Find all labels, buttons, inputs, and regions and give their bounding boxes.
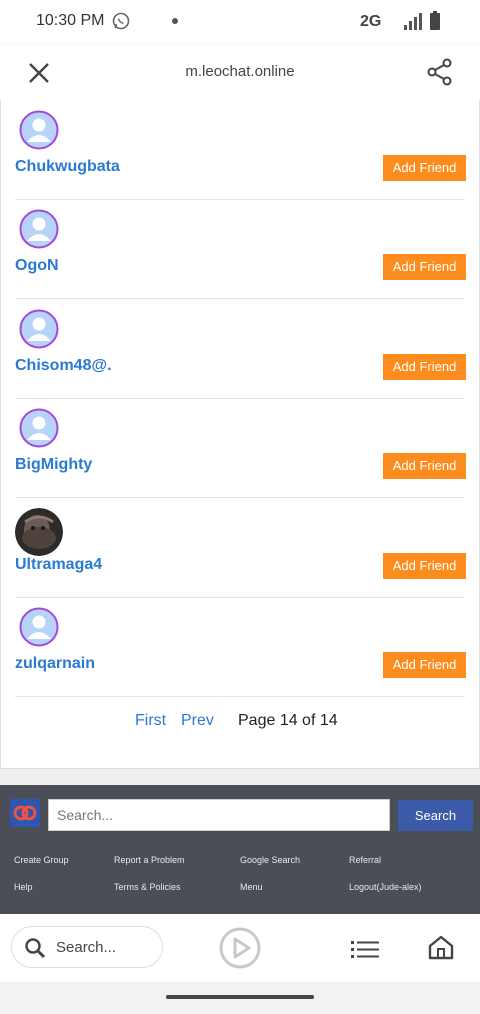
user-list-panel: Chukwugbata Add Friend OgoN Add Friend C… <box>0 100 480 769</box>
system-nav-bar <box>0 982 480 1014</box>
url-display[interactable]: m.leochat.online <box>0 63 480 80</box>
status-time: 10:30 PM <box>36 12 105 29</box>
prev-page-link[interactable]: Prev <box>181 712 214 730</box>
browser-toolbar: m.leochat.online <box>0 44 480 100</box>
add-friend-button[interactable]: Add Friend <box>383 652 466 678</box>
bottom-search-box[interactable]: Search... <box>11 926 163 968</box>
photo-avatar-icon[interactable] <box>15 508 63 556</box>
footer-search-button[interactable]: Search <box>398 800 473 831</box>
user-row: Chukwugbata Add Friend <box>15 100 466 200</box>
list-icon[interactable] <box>351 938 379 960</box>
add-friend-button[interactable]: Add Friend <box>383 354 466 380</box>
user-row: Chisom48@. Add Friend <box>15 299 466 399</box>
logout-link[interactable]: Logout(Jude-alex) <box>349 882 422 892</box>
add-friend-button[interactable]: Add Friend <box>383 553 466 579</box>
username-link[interactable]: Ultramaga4 <box>15 556 102 574</box>
username-link[interactable]: Chisom48@. <box>15 357 112 375</box>
notification-dot-icon <box>172 18 178 24</box>
page-info: Page 14 of 14 <box>238 712 338 729</box>
default-avatar-icon[interactable] <box>19 607 59 647</box>
terms-policies-link[interactable]: Terms & Policies <box>114 882 181 892</box>
username-link[interactable]: Chukwugbata <box>15 158 120 176</box>
report-problem-link[interactable]: Report a Problem <box>114 855 185 865</box>
default-avatar-icon[interactable] <box>19 408 59 448</box>
default-avatar-icon[interactable] <box>19 209 59 249</box>
site-footer: Search Create Group Report a Problem Goo… <box>0 785 480 914</box>
gesture-handle[interactable] <box>166 995 314 999</box>
status-bar: 10:30 PM 2G <box>0 0 480 44</box>
share-icon[interactable] <box>426 58 454 86</box>
add-friend-button[interactable]: Add Friend <box>383 254 466 280</box>
username-link[interactable]: BigMighty <box>15 456 92 474</box>
default-avatar-icon[interactable] <box>19 309 59 349</box>
signal-icon <box>404 13 422 30</box>
create-group-link[interactable]: Create Group <box>14 855 69 865</box>
user-row: OgoN Add Friend <box>15 199 466 299</box>
add-friend-button[interactable]: Add Friend <box>383 453 466 479</box>
browser-bottom-bar: Search... <box>0 914 480 982</box>
username-link[interactable]: OgoN <box>15 257 59 275</box>
search-icon <box>25 938 46 959</box>
user-row: Ultramaga4 Add Friend <box>15 498 466 598</box>
user-row: zulqarnain Add Friend <box>15 597 466 697</box>
battery-icon <box>430 11 440 30</box>
bottom-search-text: Search... <box>56 939 117 956</box>
default-avatar-icon[interactable] <box>19 110 59 150</box>
username-link[interactable]: zulqarnain <box>15 655 95 673</box>
whatsapp-icon <box>112 12 130 30</box>
site-logo-icon[interactable] <box>10 799 40 827</box>
footer-search-input[interactable] <box>48 799 390 831</box>
referral-link[interactable]: Referral <box>349 855 381 865</box>
menu-link[interactable]: Menu <box>240 882 263 892</box>
google-search-link[interactable]: Google Search <box>240 855 300 865</box>
pagination: First Prev Page 14 of 14 <box>1 712 479 736</box>
play-icon[interactable] <box>219 927 261 969</box>
add-friend-button[interactable]: Add Friend <box>383 155 466 181</box>
network-type: 2G <box>360 13 382 30</box>
home-icon[interactable] <box>428 934 454 960</box>
help-link[interactable]: Help <box>14 882 33 892</box>
section-divider <box>0 769 480 785</box>
first-page-link[interactable]: First <box>135 712 166 730</box>
user-row: BigMighty Add Friend <box>15 398 466 498</box>
